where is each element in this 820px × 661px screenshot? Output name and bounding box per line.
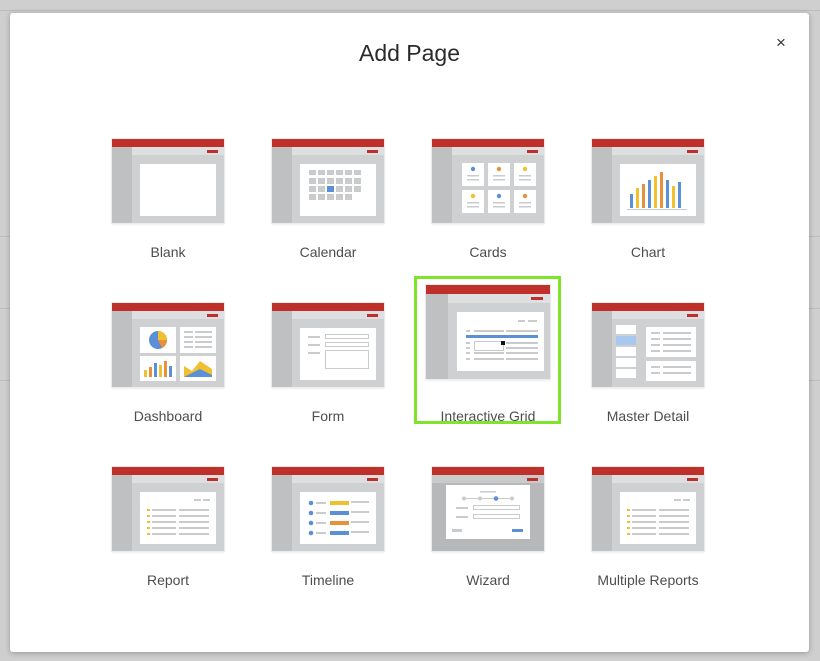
tile-multiple-reports[interactable]: Multiple Reports [578,452,738,616]
wizard-page-icon [432,467,544,551]
interactive-grid-page-icon [426,285,550,379]
tile-calendar[interactable]: Calendar [258,124,418,288]
tile-label: Multiple Reports [597,572,699,588]
tile-label: Master Detail [606,408,690,424]
dashboard-page-icon [112,303,224,387]
tile-blank[interactable]: Blank [98,124,258,288]
tile-cards[interactable]: Cards [418,124,578,288]
form-page-icon [272,303,384,387]
page-type-grid: Blank Calendar Cards Chart Dashboard For… [98,124,738,616]
blank-page-icon [112,139,224,223]
close-icon[interactable]: × [770,32,792,54]
tile-label: Interactive Grid [440,408,536,424]
tile-label: Cards [469,244,507,260]
tile-timeline[interactable]: Timeline [258,452,418,616]
timeline-page-icon [272,467,384,551]
tile-label: Wizard [466,572,510,588]
master-detail-page-icon [592,303,704,387]
cards-page-icon [432,139,544,223]
tile-form[interactable]: Form [258,288,418,452]
tile-label: Form [311,408,345,424]
tile-report[interactable]: Report [98,452,258,616]
tile-dashboard[interactable]: Dashboard [98,288,258,452]
tile-label: Blank [150,244,186,260]
tile-label: Dashboard [133,408,203,424]
dialog-title: Add Page [358,40,461,66]
multiple-reports-page-icon [592,467,704,551]
tile-master-detail[interactable]: Master Detail [578,288,738,452]
chart-page-icon [592,139,704,223]
divider [0,10,820,11]
add-page-dialog: Add Page × Blank Calendar Cards Chart Da… [10,13,809,652]
tile-chart[interactable]: Chart [578,124,738,288]
tile-label: Timeline [301,572,355,588]
tile-label: Chart [630,244,666,260]
tile-interactive-grid[interactable]: Interactive Grid [414,276,578,452]
tile-label: Report [146,572,190,588]
tile-label: Calendar [299,244,357,260]
calendar-page-icon [272,139,384,223]
tile-wizard[interactable]: Wizard [418,452,578,616]
report-page-icon [112,467,224,551]
